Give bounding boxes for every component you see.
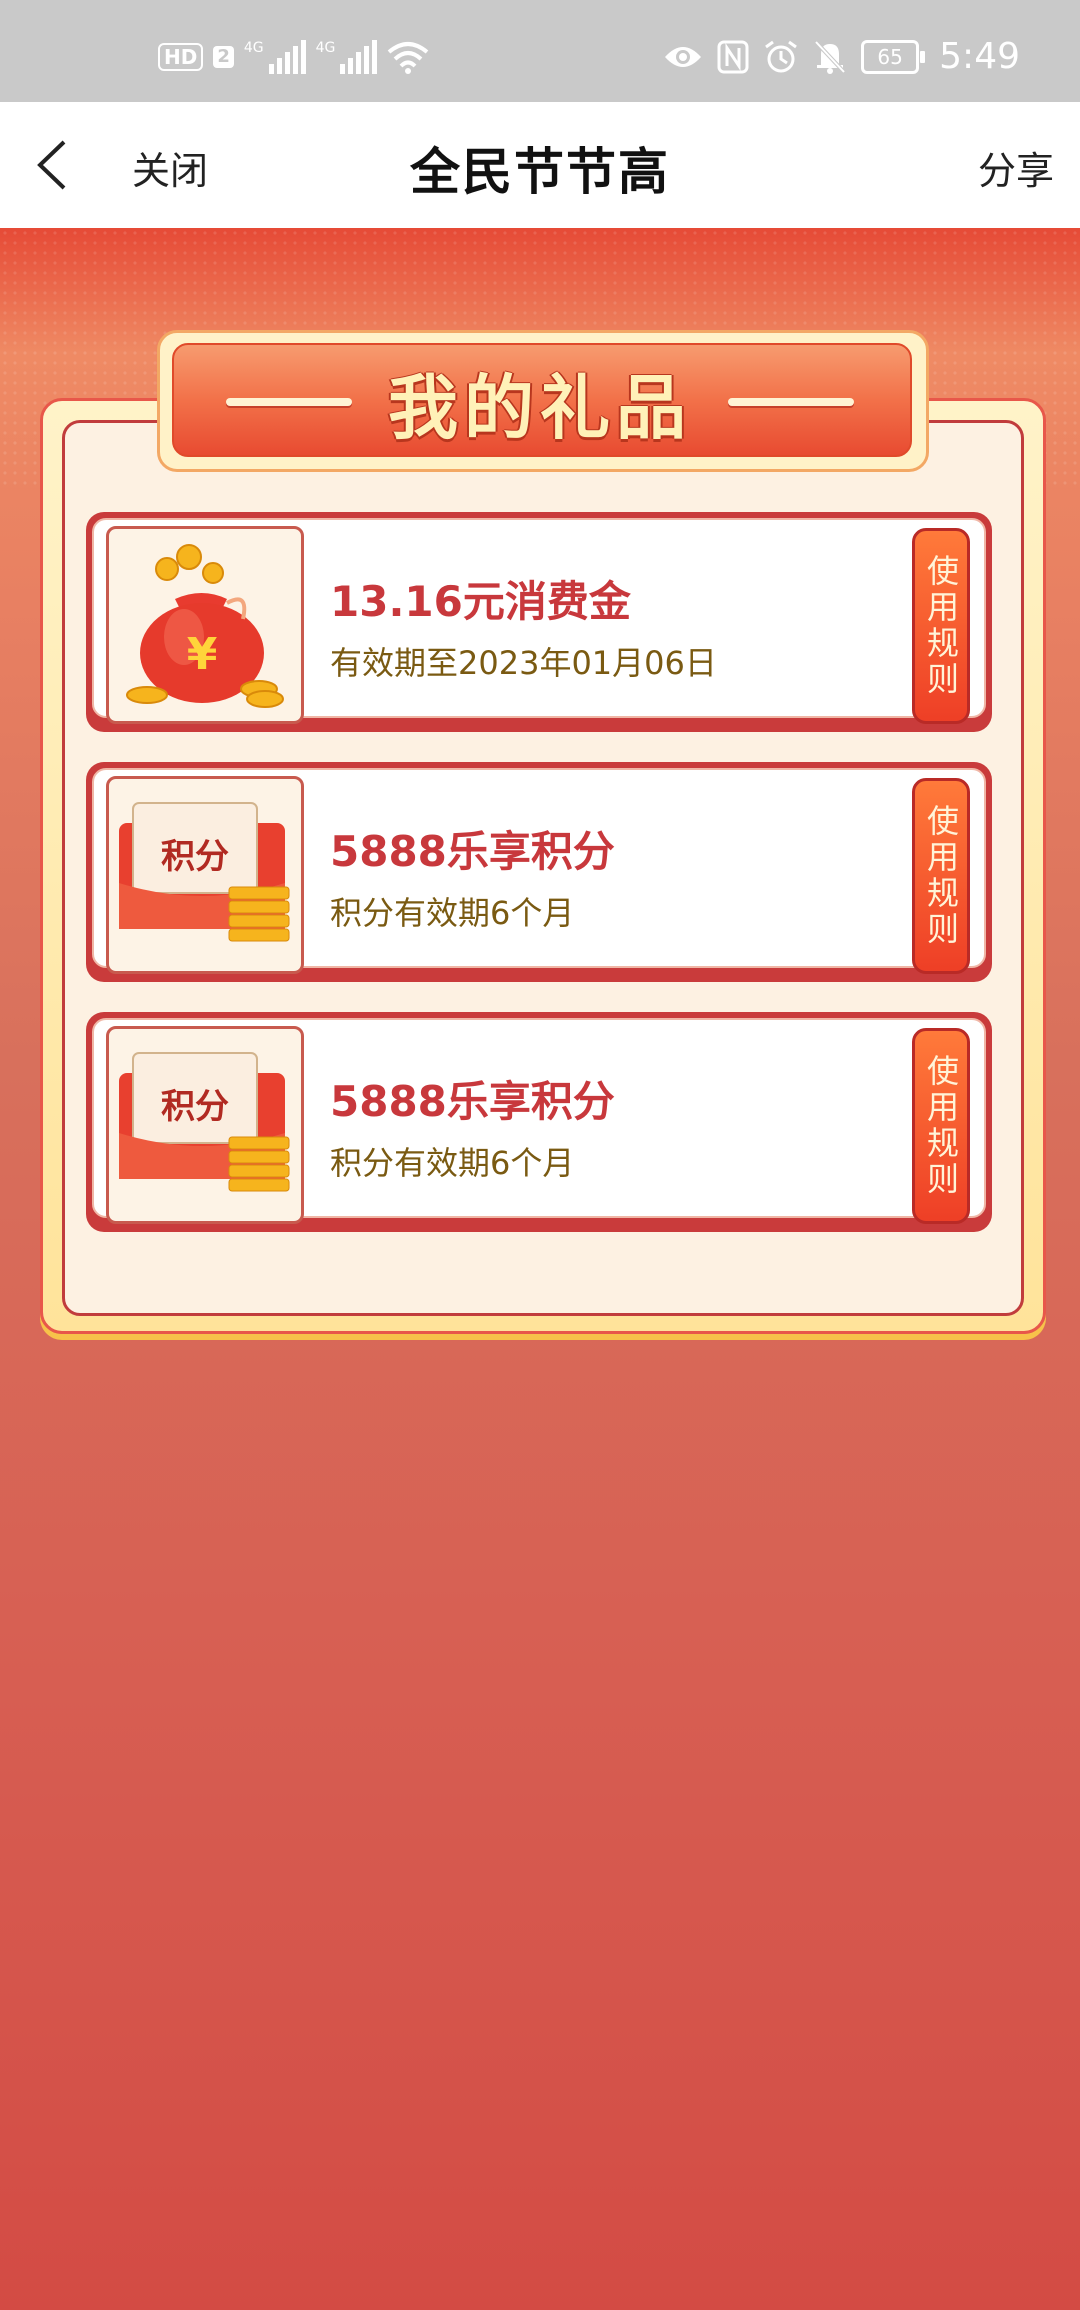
hd-badge: HD: [158, 43, 204, 71]
eye-icon: [665, 46, 702, 67]
gift-expiry: 积分有效期6个月: [330, 1144, 575, 1182]
status-bar: HD 2 4G 4G 65 5:49: [0, 0, 1080, 102]
status-left: HD 2 4G 4G: [158, 40, 429, 74]
gift-expiry: 积分有效期6个月: [330, 894, 575, 932]
status-right: 65 5:49: [663, 36, 1020, 77]
gift-card: 积分 5888乐享积分 积分有效期6个月 使用规则: [86, 1012, 992, 1232]
rules-button[interactable]: 使用规则: [912, 528, 970, 724]
gift-card-body: ¥ 13.16元消费金 有效期至2023年01月06日 使用规则: [92, 518, 986, 724]
gift-card-body: 积分 5888乐享积分 积分有效期6个月 使用规则: [92, 768, 986, 974]
gift-thumbnail: ¥: [106, 526, 304, 724]
mute-bell-icon: [814, 40, 846, 74]
gift-name: 5888乐享积分: [330, 827, 615, 876]
wifi-icon: [388, 42, 429, 74]
gift-expiry: 有效期至2023年01月06日: [330, 644, 717, 682]
points-label: 积分: [161, 1087, 229, 1127]
rules-button[interactable]: 使用规则: [912, 1028, 970, 1224]
alarm-icon: [765, 40, 798, 72]
money-bag-icon: ¥: [126, 544, 284, 708]
svg-text:¥: ¥: [187, 629, 218, 680]
gift-name: 13.16元消费金: [330, 577, 631, 626]
points-label: 积分: [161, 837, 229, 877]
gift-thumbnail: 积分: [106, 776, 304, 974]
network-type: 4G: [243, 40, 264, 56]
gift-card-body: 积分 5888乐享积分 积分有效期6个月 使用规则: [92, 1018, 986, 1224]
sim-badge: 2: [213, 46, 234, 68]
gift-card: 积分 5888乐享积分 积分有效期6个月 使用规则: [86, 762, 992, 982]
gift-name: 5888乐享积分: [330, 1077, 615, 1126]
gift-card: ¥ 13.16元消费金 有效期至2023年01月06日 使用规则: [86, 512, 992, 732]
nav-bar: 关闭 全民节节高 分享: [0, 102, 1080, 228]
page-title: 全民节节高: [410, 143, 670, 201]
panel-title: 我的礼品: [388, 367, 692, 449]
rules-button[interactable]: 使用规则: [912, 778, 970, 974]
signal-icon: 4G: [244, 40, 306, 74]
gift-thumbnail: 积分: [106, 1026, 304, 1224]
clock: 5:49: [939, 36, 1020, 77]
share-button[interactable]: 分享: [978, 140, 1054, 195]
network-type-2: 4G: [315, 40, 336, 56]
nfc-icon: [717, 40, 749, 73]
signal-icon-2: 4G: [316, 40, 378, 74]
battery-icon: 65: [861, 39, 926, 74]
